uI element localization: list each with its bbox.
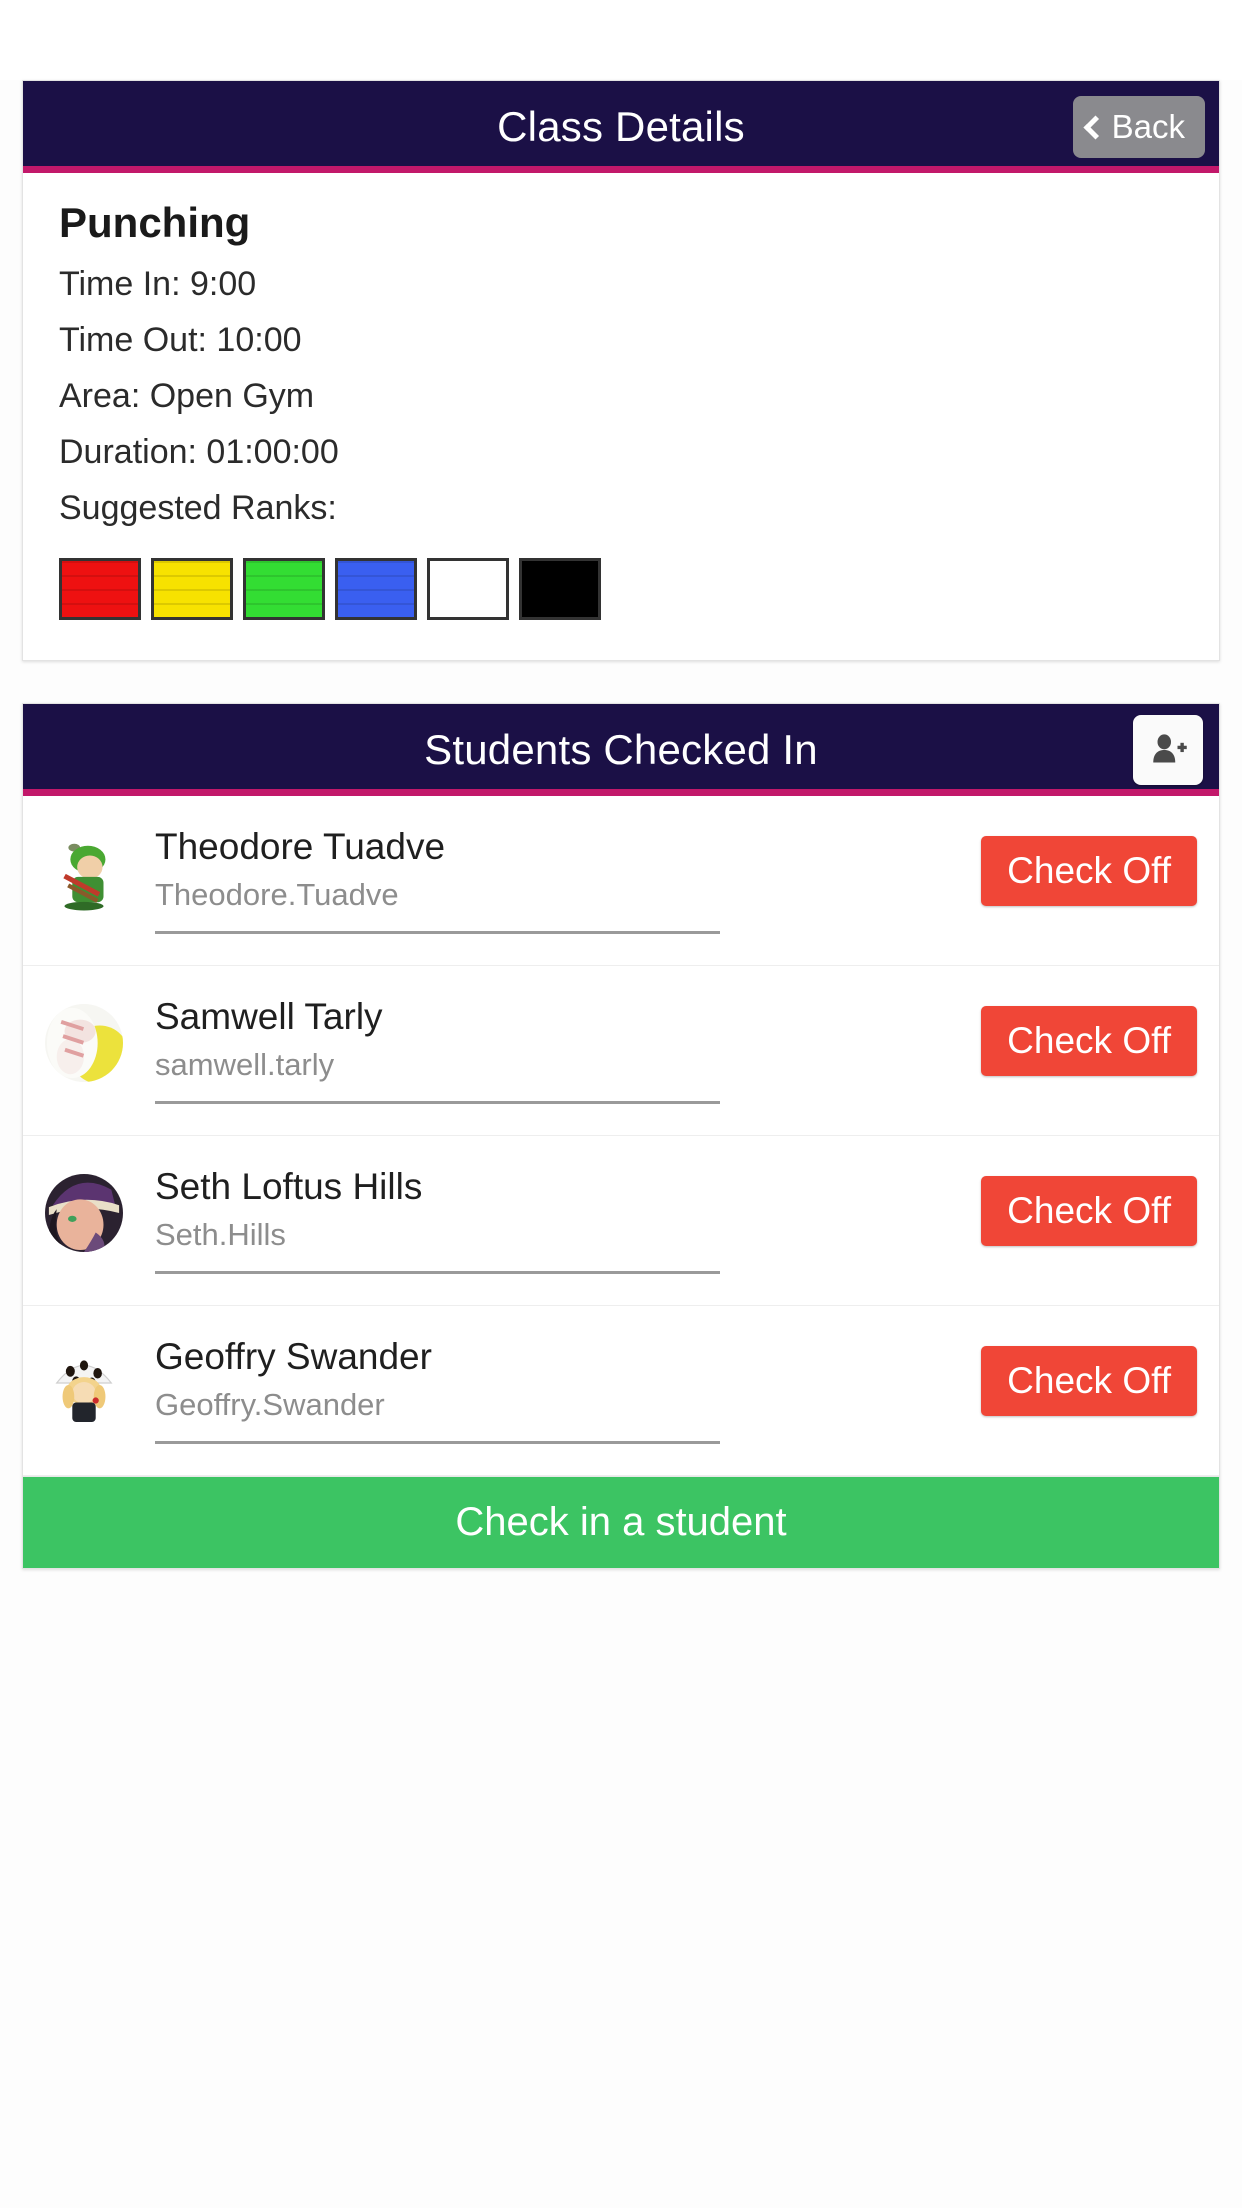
student-list[interactable]: Theodore Tuadve Theodore.Tuadve Check Off S… <box>23 796 1219 1476</box>
student-info: Seth Loftus Hills Seth.Hills <box>155 1166 981 1274</box>
avatar <box>45 1004 123 1082</box>
class-details-card: Class Details Back Punching Time In: 9:0… <box>22 80 1220 661</box>
student-handle: Geoffry.Swander <box>155 1386 385 1422</box>
avatar-image <box>45 1174 123 1252</box>
suggested-ranks-label: Suggested Ranks: <box>59 489 337 527</box>
page-title: Class Details <box>497 103 745 150</box>
app-screen: Class Details Back Punching Time In: 9:0… <box>0 80 1242 2208</box>
add-user-icon <box>1153 734 1187 763</box>
student-divider <box>155 1100 720 1104</box>
white-belt <box>427 558 509 620</box>
students-header: Students Checked In <box>23 704 1219 796</box>
class-details-body: Punching Time In: 9:00 Time Out: 10:00 A… <box>23 173 1219 660</box>
green-belt <box>243 558 325 620</box>
chevron-left-icon <box>1083 114 1108 140</box>
students-checked-in-card: Students Checked In Theodore Tuadve Theod… <box>22 703 1220 1569</box>
detail-duration: Duration: 01:00:00 <box>59 433 339 471</box>
avatar-image <box>45 1004 123 1082</box>
back-button-label: Back <box>1111 108 1185 145</box>
student-divider <box>155 930 720 934</box>
student-handle: samwell.tarly <box>155 1046 335 1082</box>
red-belt <box>59 558 141 620</box>
class-details-header: Class Details Back <box>23 81 1219 173</box>
add-user-button[interactable] <box>1133 715 1203 785</box>
student-row[interactable]: Theodore Tuadve Theodore.Tuadve Check Off <box>23 796 1219 966</box>
avatar <box>45 1174 123 1252</box>
student-info: Samwell Tarly samwell.tarly <box>155 996 981 1104</box>
student-info: Geoffry Swander Geoffry.Swander <box>155 1336 981 1444</box>
student-name: Theodore Tuadve <box>155 826 446 867</box>
detail-time-out: Time Out: 10:00 <box>59 321 302 359</box>
yellow-belt <box>151 558 233 620</box>
students-title: Students Checked In <box>424 726 818 773</box>
check-off-button[interactable]: Check Off <box>981 1346 1197 1416</box>
student-name: Samwell Tarly <box>155 996 383 1037</box>
student-handle: Theodore.Tuadve <box>155 876 399 912</box>
student-row[interactable]: Geoffry Swander Geoffry.Swander Check Off <box>23 1306 1219 1476</box>
student-divider <box>155 1440 720 1444</box>
student-name: Seth Loftus Hills <box>155 1166 423 1207</box>
student-name: Geoffry Swander <box>155 1336 432 1377</box>
avatar-image <box>45 1344 123 1422</box>
student-info: Theodore Tuadve Theodore.Tuadve <box>155 826 981 934</box>
detail-area: Area: Open Gym <box>59 377 315 415</box>
black-belt <box>519 558 601 620</box>
detail-time-in: Time In: 9:00 <box>59 265 257 303</box>
class-name: Punching <box>59 199 251 246</box>
student-handle: Seth.Hills <box>155 1216 286 1252</box>
check-off-button[interactable]: Check Off <box>981 1176 1197 1246</box>
check-in-student-label: Check in a student <box>455 1500 787 1544</box>
avatar <box>45 834 123 912</box>
suggested-ranks-list <box>59 558 1183 620</box>
blue-belt <box>335 558 417 620</box>
student-row[interactable]: Seth Loftus Hills Seth.Hills Check Off <box>23 1136 1219 1306</box>
student-row[interactable]: Samwell Tarly samwell.tarly Check Off <box>23 966 1219 1136</box>
back-button[interactable]: Back <box>1072 96 1205 158</box>
check-off-button[interactable]: Check Off <box>981 1006 1197 1076</box>
check-in-student-button[interactable]: Check in a student <box>23 1476 1219 1568</box>
avatar-image <box>45 834 123 912</box>
check-off-button[interactable]: Check Off <box>981 836 1197 906</box>
student-divider <box>155 1270 720 1274</box>
avatar <box>45 1344 123 1422</box>
